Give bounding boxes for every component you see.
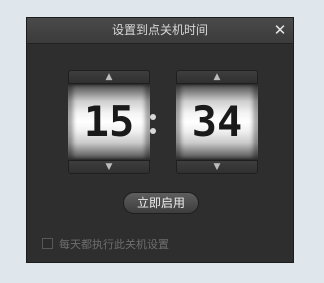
shutdown-timer-dialog: 设置到点关机时间 ✕ ▲ 15 ▼ ▲ 34 ▼ 立即启用 每天都执行此关机设置 [26, 17, 294, 263]
separator-dot-bottom [150, 128, 156, 134]
minutes-decrement-button[interactable]: ▼ [176, 160, 258, 174]
minutes-value: 34 [191, 97, 243, 146]
enable-now-button[interactable]: 立即启用 [123, 192, 199, 214]
hours-increment-button[interactable]: ▲ [68, 70, 150, 84]
daily-checkbox-label: 每天都执行此关机设置 [59, 238, 169, 251]
arrow-down-icon: ▼ [105, 162, 113, 172]
arrow-up-icon: ▲ [213, 72, 221, 82]
minutes-spinner: ▲ 34 ▼ [176, 70, 258, 174]
title-bar: 设置到点关机时间 ✕ [27, 18, 293, 44]
daily-checkbox[interactable] [42, 238, 53, 249]
minutes-increment-button[interactable]: ▲ [176, 70, 258, 84]
hours-decrement-button[interactable]: ▼ [68, 160, 150, 174]
minutes-display: 34 [176, 85, 258, 159]
arrow-up-icon: ▲ [105, 72, 113, 82]
hours-value: 15 [83, 97, 135, 146]
time-separator [150, 114, 158, 136]
arrow-down-icon: ▼ [213, 162, 221, 172]
dialog-title: 设置到点关机时间 [111, 23, 208, 37]
separator-dot-top [150, 114, 156, 120]
hours-display: 15 [68, 85, 150, 159]
hours-spinner: ▲ 15 ▼ [68, 70, 150, 174]
close-icon[interactable]: ✕ [272, 21, 288, 39]
